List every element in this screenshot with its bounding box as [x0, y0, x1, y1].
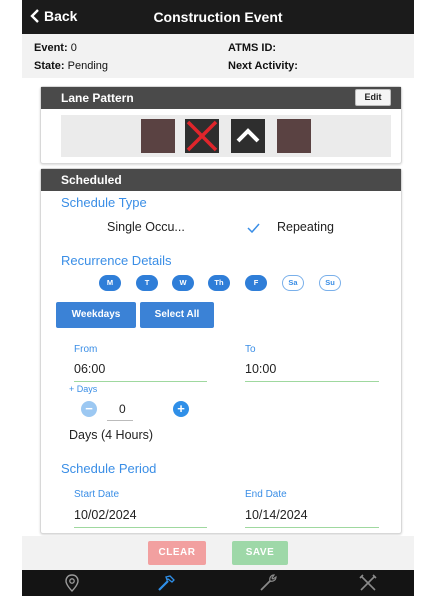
scheduled-card: Scheduled Schedule Type Single Occu... R…	[40, 168, 402, 534]
hammer-icon[interactable]	[156, 573, 176, 593]
lane-closed-x-icon	[186, 120, 218, 152]
day-saturday[interactable]: Sa	[282, 275, 304, 291]
days-count-underline	[107, 420, 133, 421]
from-time-input[interactable]: 06:00	[74, 362, 105, 376]
schedule-period-label: Schedule Period	[61, 461, 157, 476]
atms-id: ATMS ID:	[228, 42, 277, 54]
event-state: State: Pending	[34, 60, 108, 72]
lane-pattern-title: Lane Pattern	[61, 91, 134, 105]
to-time-underline	[245, 381, 379, 382]
save-button[interactable]: SAVE	[232, 541, 288, 565]
minus-icon: −	[85, 401, 93, 416]
day-monday[interactable]: M	[99, 275, 121, 291]
page-title: Construction Event	[153, 9, 283, 25]
event-info: Event: 0 State: Pending ATMS ID: Next Ac…	[22, 34, 414, 78]
increment-days-button[interactable]: +	[173, 401, 189, 417]
single-occurrence-option[interactable]: Single Occu...	[107, 220, 185, 234]
from-time-underline	[74, 381, 207, 382]
end-date-underline	[245, 527, 379, 528]
day-sunday[interactable]: Su	[319, 275, 341, 291]
lane-pattern-header: Lane Pattern Edit	[41, 87, 401, 109]
select-all-button[interactable]: Select All	[140, 302, 214, 328]
top-bar: Back Construction Event	[22, 0, 414, 34]
scheduled-header: Scheduled	[41, 169, 401, 191]
day-friday[interactable]: F	[245, 275, 267, 291]
start-date-underline	[74, 527, 207, 528]
start-date-label: Start Date	[74, 489, 120, 500]
lane-closed[interactable]	[185, 119, 219, 153]
bottom-nav	[22, 570, 414, 596]
app-screen: Back Construction Event Event: 0 State: …	[22, 0, 414, 596]
day-tuesday[interactable]: T	[136, 275, 158, 291]
lane-pattern-card: Lane Pattern Edit	[40, 86, 402, 164]
plus-icon: +	[177, 401, 185, 416]
location-pin-icon[interactable]	[62, 573, 82, 593]
next-activity: Next Activity:	[228, 60, 298, 72]
day-wednesday[interactable]: W	[172, 275, 194, 291]
lane-open[interactable]	[141, 119, 175, 153]
start-date-input[interactable]: 10/02/2024	[74, 508, 137, 522]
day-selector: M T W Th F Sa Su	[99, 275, 359, 293]
action-bar: CLEAR SAVE	[22, 536, 414, 570]
chevron-up-icon	[236, 128, 260, 143]
edit-button[interactable]: Edit	[355, 89, 391, 106]
decrement-days-button[interactable]: −	[81, 401, 97, 417]
checkmark-icon	[247, 223, 260, 233]
scheduled-title: Scheduled	[61, 173, 122, 187]
tools-icon[interactable]	[358, 573, 378, 593]
recurrence-details-label: Recurrence Details	[61, 253, 172, 268]
lane-arrow[interactable]	[231, 119, 265, 153]
end-date-label: End Date	[245, 489, 287, 500]
end-date-input[interactable]: 10/14/2024	[245, 508, 308, 522]
clear-button[interactable]: CLEAR	[148, 541, 206, 565]
from-label: From	[74, 344, 98, 355]
day-thursday[interactable]: Th	[208, 275, 230, 291]
repeating-option[interactable]: Repeating	[277, 220, 334, 234]
to-label: To	[245, 344, 256, 355]
days-count[interactable]: 0	[119, 402, 126, 416]
event-id: Event: 0	[34, 42, 77, 54]
duration-text: Days (4 Hours)	[69, 428, 154, 442]
weekdays-button[interactable]: Weekdays	[56, 302, 136, 328]
wrench-icon[interactable]	[258, 573, 278, 593]
to-time-input[interactable]: 10:00	[245, 362, 276, 376]
lane-open[interactable]	[277, 119, 311, 153]
lane-pattern-diagram[interactable]	[61, 115, 391, 157]
plus-days-label: + Days	[69, 384, 98, 394]
schedule-type-label: Schedule Type	[61, 195, 147, 210]
